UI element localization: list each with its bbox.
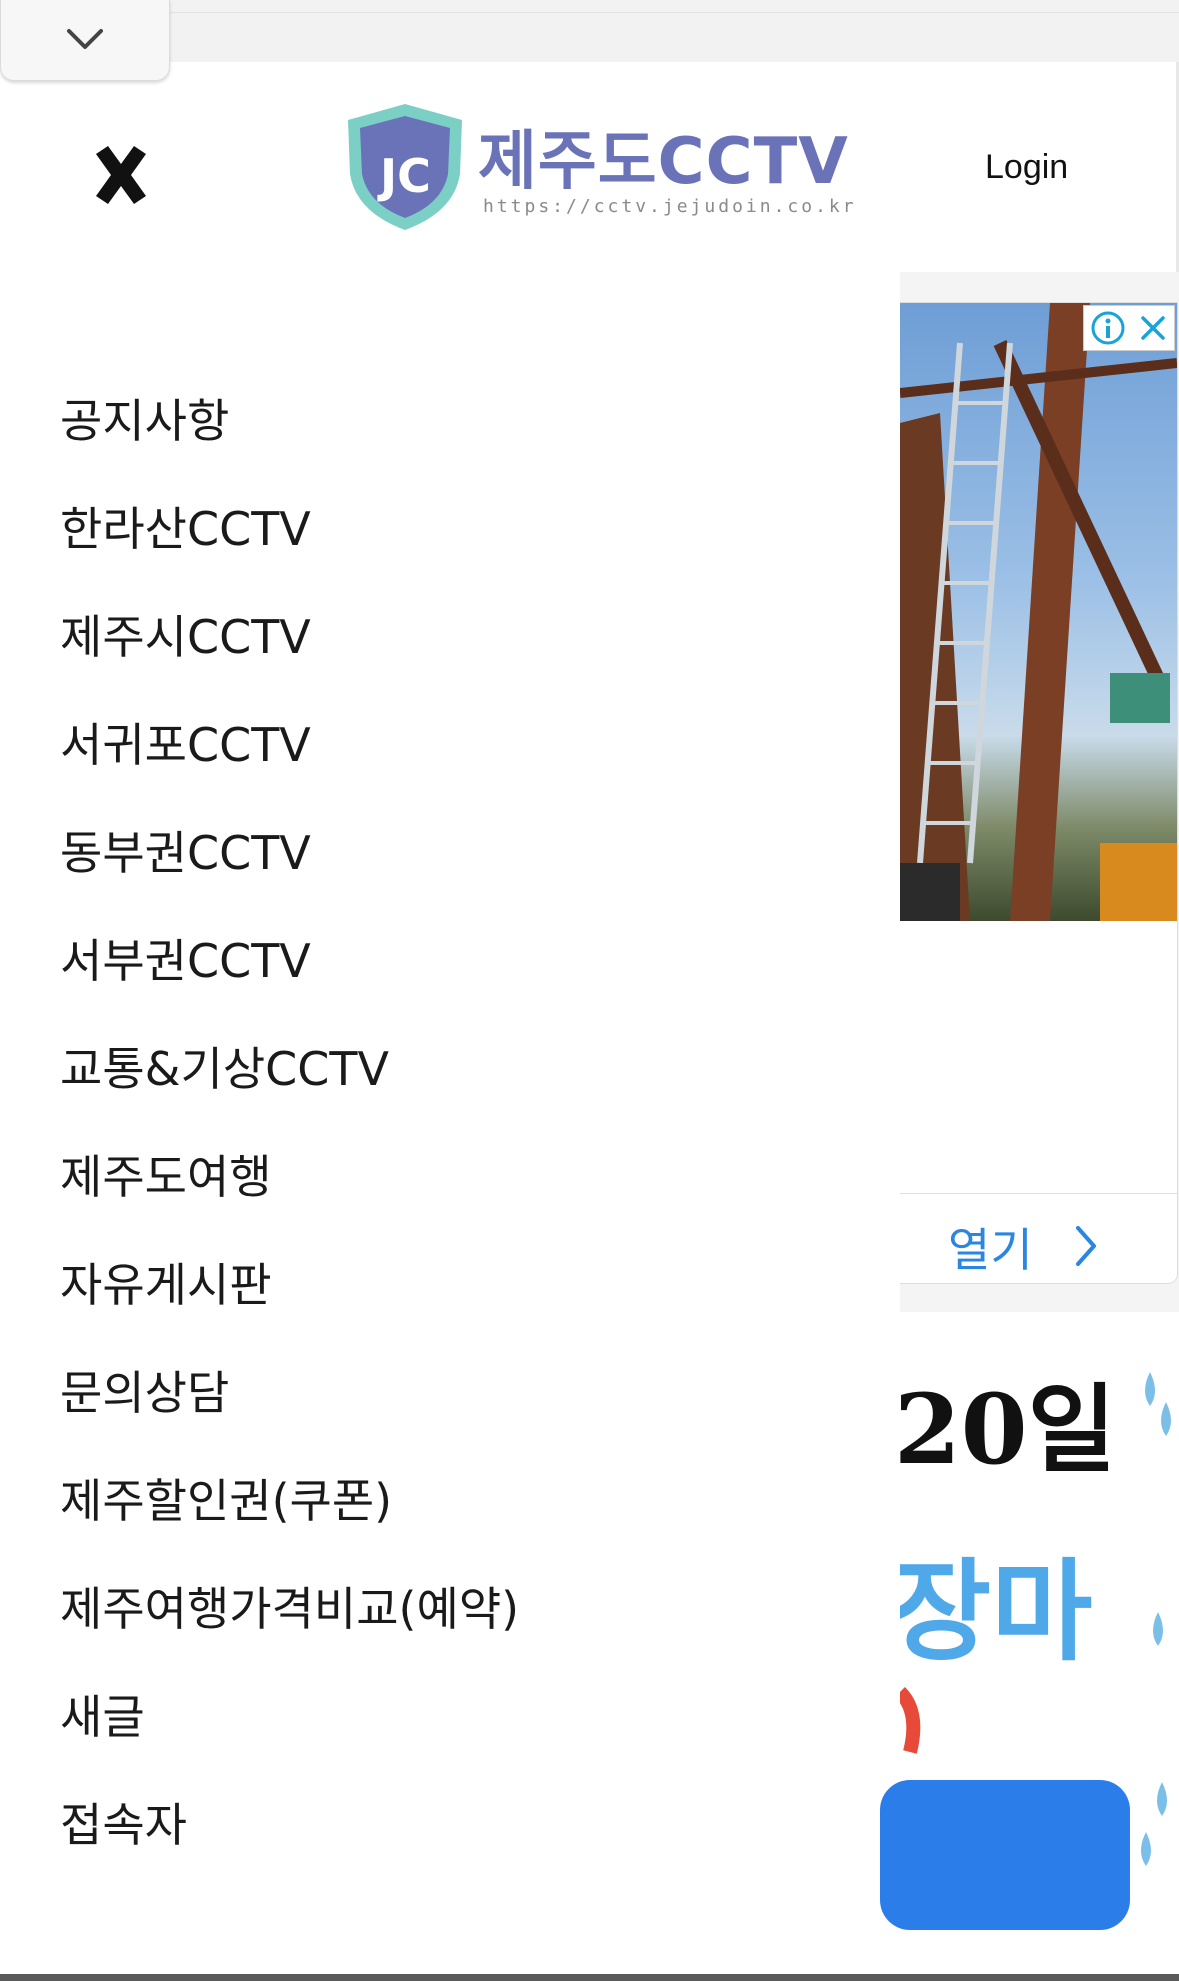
menu-item-inquiry[interactable]: 문의상담 <box>60 1339 519 1447</box>
logo-title: 제주도CCTV <box>478 125 849 199</box>
chevron-right-icon <box>1076 1226 1096 1266</box>
ad-open-link[interactable]: 열기 <box>948 1214 1033 1280</box>
ad-photo-illustration <box>900 303 1177 921</box>
svg-text:JC: JC <box>377 149 431 203</box>
menu-item-hallasan-cctv[interactable]: 한라산CCTV <box>60 475 519 583</box>
ad-cta-button[interactable] <box>880 1780 1130 1930</box>
logo-url: https://cctv.jejudoin.co.kr <box>483 196 857 217</box>
menu-close-button[interactable] <box>86 140 156 210</box>
menu-item-east-cctv[interactable]: 동부권CCTV <box>60 799 519 907</box>
menu-item-seogwipo-cctv[interactable]: 서귀포CCTV <box>60 691 519 799</box>
ad-card[interactable]: 열기 <box>900 302 1178 1284</box>
ad-open-row[interactable]: 열기 <box>900 1193 1177 1283</box>
close-icon[interactable] <box>1138 313 1168 343</box>
info-icon[interactable] <box>1090 310 1126 346</box>
ad-controls <box>1083 305 1175 351</box>
bottom-bar <box>0 1974 1179 1981</box>
close-x-icon <box>96 146 146 204</box>
browser-top-strip <box>0 0 1179 13</box>
menu-item-notice[interactable]: 공지사항 <box>60 367 519 475</box>
menu-item-visitors[interactable]: 접속자 <box>60 1771 519 1879</box>
logo-shield-icon: JC <box>348 104 462 230</box>
menu-item-new-posts[interactable]: 새글 <box>60 1663 519 1771</box>
chevron-down-icon <box>67 29 103 49</box>
menu-item-free-board[interactable]: 자유게시판 <box>60 1231 519 1339</box>
menu-item-jeju-travel[interactable]: 제주도여행 <box>60 1123 519 1231</box>
menu-list: 공지사항 한라산CCTV 제주시CCTV 서귀포CCTV 동부권CCTV 서부권… <box>60 367 519 1879</box>
menu-item-price-compare[interactable]: 제주여행가격비교(예약) <box>60 1555 519 1663</box>
menu-item-jeju-city-cctv[interactable]: 제주시CCTV <box>60 583 519 691</box>
site-logo[interactable]: JC 제주도CCTV https://cctv.jejudoin.co.kr <box>338 100 854 240</box>
collapse-toggle[interactable] <box>0 0 170 81</box>
menu-item-traffic-weather-cctv[interactable]: 교통&기상CCTV <box>60 1015 519 1123</box>
menu-item-coupons[interactable]: 제주할인권(쿠폰) <box>60 1447 519 1555</box>
ad-image[interactable] <box>900 303 1177 921</box>
menu-drawer: 공지사항 한라산CCTV 제주시CCTV 서귀포CCTV 동부권CCTV 서부권… <box>0 272 900 1974</box>
ad-area: 열기 20일 장마 <box>880 272 1179 1974</box>
menu-item-west-cctv[interactable]: 서부권CCTV <box>60 907 519 1015</box>
login-link[interactable]: Login <box>985 148 1068 187</box>
